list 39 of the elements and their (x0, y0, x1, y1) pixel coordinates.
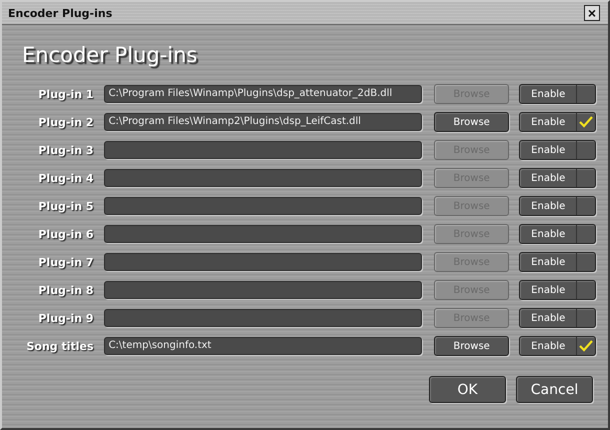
plugin-label: Plug-in 6 (37, 228, 94, 240)
path-field[interactable] (104, 141, 422, 159)
dialog-heading: Encoder Plug-ins (22, 43, 198, 67)
ok-button[interactable]: OK (429, 376, 506, 403)
enable-toggle[interactable]: Enable (519, 224, 596, 244)
plugin-label: Plug-in 1 (37, 88, 94, 100)
path-field[interactable] (104, 197, 422, 215)
close-button[interactable]: × (584, 5, 600, 21)
enable-toggle[interactable]: Enable (519, 140, 596, 160)
browse-button[interactable]: Browse (434, 112, 510, 132)
plugin-label: Plug-in 8 (37, 284, 94, 296)
enable-toggle[interactable]: Enable (519, 196, 596, 216)
path-field[interactable]: C:\temp\songinfo.txt (104, 337, 422, 355)
enable-toggle[interactable]: Enable (519, 252, 596, 272)
cancel-button[interactable]: Cancel (516, 376, 593, 403)
path-field[interactable]: C:\Program Files\Winamp2\Plugins\dsp_LeifCast.dll (104, 113, 422, 131)
path-field[interactable]: C:\Program Files\Winamp\Plugins\dsp_attenuator_2dB.dll (104, 85, 422, 103)
enable-toggle[interactable]: Enable (519, 168, 596, 188)
check-icon (579, 340, 593, 352)
path-field[interactable] (104, 281, 422, 299)
browse-button[interactable]: Browse (434, 336, 510, 356)
path-field[interactable] (104, 169, 422, 187)
path-field[interactable] (104, 253, 422, 271)
enable-toggle[interactable]: Enable (519, 336, 596, 356)
check-icon (579, 116, 593, 128)
enable-toggle[interactable]: Enable (519, 308, 596, 328)
enable-toggle[interactable]: Enable (519, 112, 596, 132)
path-field[interactable] (104, 309, 422, 327)
enable-toggle[interactable]: Enable (519, 84, 596, 104)
plugin-label: Plug-in 7 (37, 256, 94, 268)
enable-toggle[interactable]: Enable (519, 280, 596, 300)
plugin-label: Plug-in 5 (37, 200, 94, 212)
plugin-label: Plug-in 9 (37, 312, 94, 324)
plugin-label: Plug-in 3 (37, 144, 94, 156)
plugin-label: Song titles (25, 340, 94, 352)
path-field[interactable] (104, 225, 422, 243)
window-title: Encoder Plug-ins (8, 6, 112, 20)
plugin-label: Plug-in 4 (37, 172, 94, 184)
plugin-label: Plug-in 2 (37, 116, 94, 128)
